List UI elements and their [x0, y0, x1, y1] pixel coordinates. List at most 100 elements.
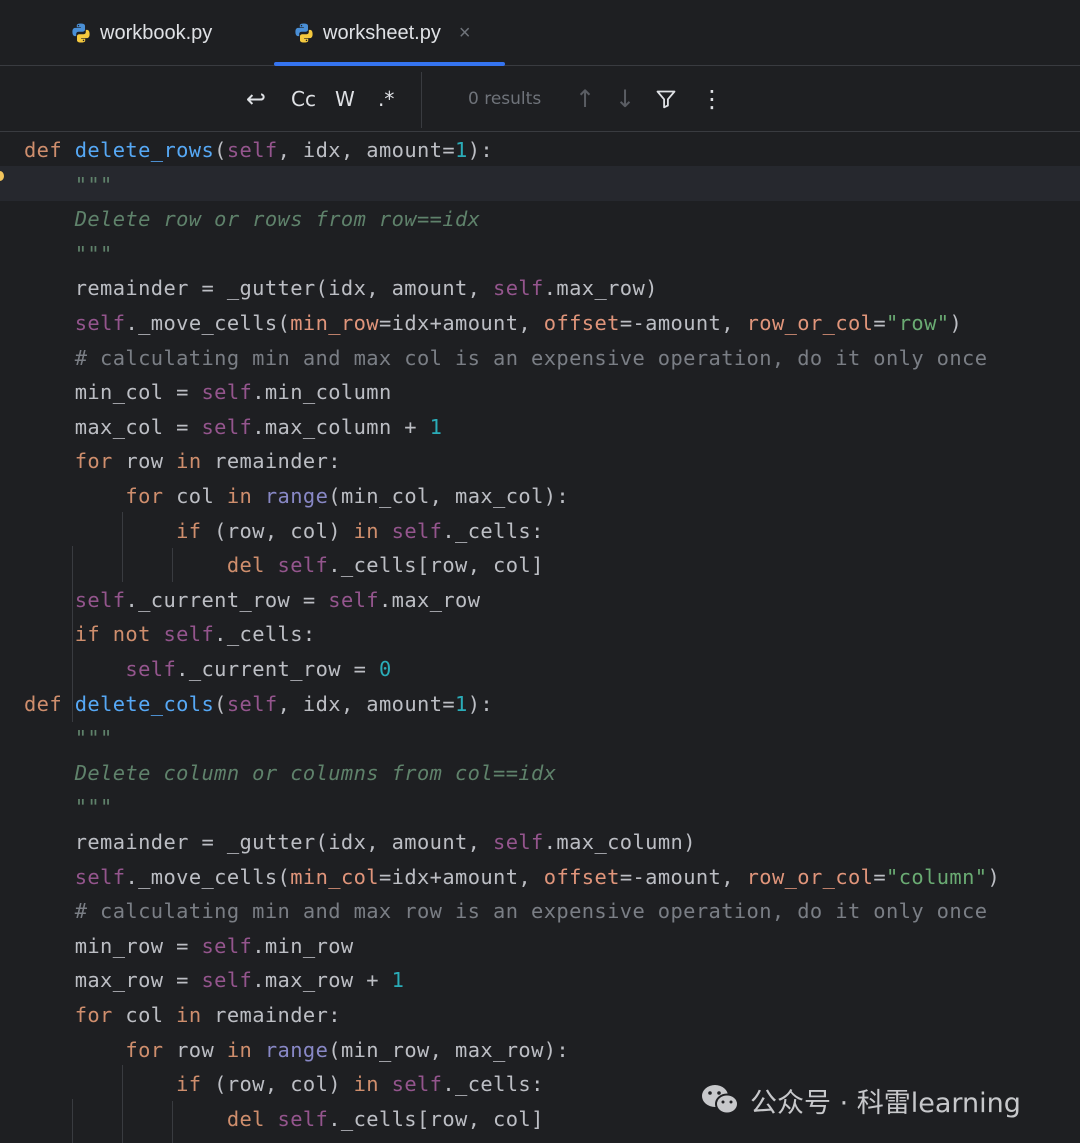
tab-workbook[interactable]: workbook.py — [70, 0, 212, 66]
whole-words-button[interactable]: W — [335, 66, 355, 132]
code-line[interactable]: self._move_cells(min_col=idx+amount, off… — [24, 860, 1000, 895]
code-token: =-amount, — [619, 864, 747, 889]
code-token: ( — [214, 691, 227, 716]
code-token: range — [264, 484, 329, 508]
code-line[interactable]: del self._cells[row, col] — [24, 548, 544, 583]
code-token: if — [24, 1072, 215, 1097]
code-token: self — [201, 933, 253, 958]
current-line-highlight — [0, 166, 1080, 201]
close-icon[interactable]: × — [459, 22, 471, 45]
code-token: in — [226, 484, 265, 508]
code-token: in — [353, 518, 392, 543]
code-token: def — [24, 138, 75, 162]
code-token: # calculating min and max row is an expe… — [24, 899, 988, 924]
code-token: self — [328, 587, 379, 612]
code-token: del — [24, 1106, 278, 1131]
code-token: self — [74, 864, 126, 889]
code-token: 1 — [455, 138, 468, 162]
code-line[interactable]: for row in range(min_row, max_row): — [24, 1033, 569, 1068]
code-line[interactable]: if not self._cells: — [24, 617, 316, 652]
code-line[interactable]: self._move_cells(min_row=idx+amount, off… — [24, 306, 962, 341]
code-line[interactable]: Delete column or columns from col==idx — [24, 756, 556, 791]
code-token: row_or_col — [746, 311, 874, 335]
wrap-icon[interactable]: ↩ — [246, 66, 266, 132]
code-token: max_row = — [24, 968, 202, 993]
code-line[interactable]: """ — [24, 237, 113, 272]
code-token: 1 — [391, 968, 405, 993]
code-line[interactable]: for row in remainder: — [24, 444, 341, 479]
code-line[interactable]: min_row = self.min_row — [24, 929, 354, 964]
code-line[interactable]: # calculating min and max col is an expe… — [24, 341, 987, 376]
code-token: offset — [543, 864, 620, 889]
code-token: if — [24, 518, 215, 543]
code-line[interactable]: if (row, col) in self._cells: — [24, 514, 544, 549]
code-token: def — [24, 691, 75, 716]
code-line[interactable]: min_col = self.min_column — [24, 375, 392, 410]
code-token: ( — [214, 138, 227, 162]
code-line[interactable]: for col in remainder: — [24, 998, 341, 1033]
code-token: remainder = _gutter(idx, amount, — [24, 830, 494, 854]
tab-label: worksheet.py — [323, 21, 441, 44]
code-token: = — [873, 311, 887, 335]
code-token: self — [125, 657, 177, 681]
code-token: in — [353, 1072, 392, 1097]
code-line[interactable]: del self._cells[row, col] — [24, 1102, 544, 1137]
wechat-icon — [702, 1085, 739, 1115]
tab-worksheet[interactable]: worksheet.py × — [293, 0, 471, 66]
code-line[interactable]: def delete_rows(self, idx, amount=1): — [24, 133, 493, 168]
code-token: .max_column + — [252, 414, 430, 439]
code-token: if not — [24, 622, 164, 647]
code-token: self — [201, 968, 253, 993]
results-count: 0 results — [468, 89, 542, 109]
code-line[interactable]: self._current_row = 0 — [24, 652, 392, 687]
code-line[interactable]: remainder = _gutter(idx, amount, self.ma… — [24, 271, 658, 306]
code-token: (min_col, max_col): — [328, 484, 570, 508]
code-line[interactable]: Delete row or rows from row==idx — [24, 202, 480, 237]
filter-icon[interactable] — [655, 66, 677, 132]
code-token: self — [493, 276, 544, 301]
code-token: remainder: — [214, 449, 341, 474]
regex-button[interactable]: .* — [378, 66, 394, 132]
code-line[interactable]: if (row, col) in self._cells: — [24, 1067, 544, 1102]
code-token: = — [873, 864, 887, 889]
code-token: in — [226, 1037, 265, 1062]
code-token: del — [24, 553, 278, 578]
editor-tab-bar: workbook.py worksheet.py × — [0, 0, 1080, 66]
code-line[interactable]: max_col = self.max_column + 1 — [24, 410, 442, 445]
code-line[interactable]: """ — [24, 790, 113, 825]
code-editor[interactable]: def delete_rows(self, idx, amount=1): ""… — [0, 132, 1080, 1143]
previous-occurrence-icon[interactable]: ↑ — [575, 66, 595, 132]
code-token: row — [176, 1037, 227, 1062]
code-token: """ — [24, 172, 113, 197]
code-line[interactable]: # calculating min and max row is an expe… — [24, 894, 987, 929]
code-token: self — [74, 587, 126, 612]
more-options-icon[interactable]: ⋮ — [700, 66, 724, 132]
code-token: "row" — [886, 311, 950, 335]
code-token: # calculating min and max col is an expe… — [24, 345, 988, 370]
code-token: 1 — [429, 414, 443, 439]
code-line[interactable]: self._current_row = self.max_row — [24, 583, 480, 618]
match-case-button[interactable]: Cc — [291, 66, 316, 132]
code-token: self — [391, 1072, 443, 1097]
code-line[interactable]: """ — [24, 721, 113, 756]
code-token: self — [493, 830, 544, 854]
code-line[interactable]: """ — [24, 168, 113, 203]
code-token: self — [201, 380, 253, 405]
filter-icon-glyph — [656, 90, 676, 109]
code-token: ._cells: — [442, 1072, 544, 1097]
code-line[interactable]: def delete_cols(self, idx, amount=1): — [24, 687, 493, 722]
code-token: self — [74, 311, 126, 335]
code-line[interactable]: for col in range(min_col, max_col): — [24, 479, 569, 514]
code-line[interactable]: remainder = _gutter(idx, amount, self.ma… — [24, 825, 696, 860]
code-token: self — [277, 553, 329, 578]
code-token: self — [201, 414, 253, 439]
python-file-icon — [72, 23, 90, 43]
code-token: .max_row) — [543, 276, 658, 301]
code-token: self — [277, 1106, 329, 1131]
code-line[interactable]: max_row = self.max_row + 1 — [24, 963, 404, 998]
code-token: ._move_cells( — [125, 864, 291, 889]
next-occurrence-icon[interactable]: ↓ — [615, 66, 635, 132]
